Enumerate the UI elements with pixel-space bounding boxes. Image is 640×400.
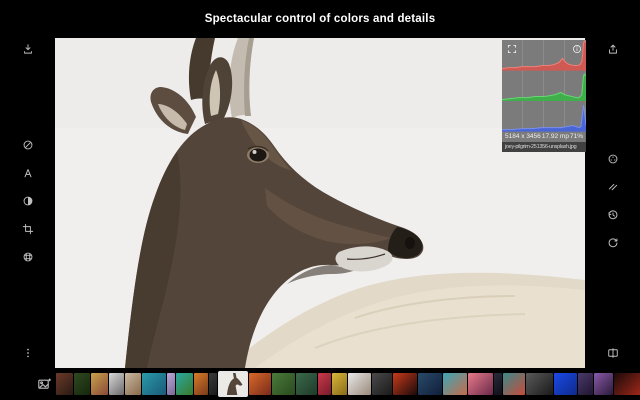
info-circle-icon[interactable] [571,43,582,54]
image-dimensions: 5184 x 3456 [505,133,541,141]
thumbnail-ocean-teal[interactable] [142,373,166,395]
adjust-wheel-icon[interactable] [604,150,622,168]
retouch-brush-icon[interactable] [19,192,37,210]
thumbnail-river-aerial[interactable] [296,373,317,395]
titlebar: Spectacular control of colors and detail… [0,0,640,38]
histogram-panel: 5184 x 3456 17.92 mp 71% joey-pilgrim-25… [502,40,586,152]
thumbnail-autumn-orange[interactable] [249,373,271,395]
image-info-row: 5184 x 3456 17.92 mp 71% [502,132,586,142]
image-megapixels: 17.92 mp [542,133,569,141]
thumbnail-building-yellow[interactable] [91,373,108,395]
thumbnail-island-aerial[interactable] [176,373,193,395]
thumbnail-dark-room[interactable] [372,373,392,395]
thumbnail-pink-sunset[interactable] [468,373,493,395]
thumbnail-autumn-yellow[interactable] [332,373,347,395]
thumbnail-deer-brown[interactable] [56,373,73,395]
thumbnail-blue-mountains[interactable] [418,373,442,395]
text-tool-icon[interactable] [19,164,37,182]
thumbnail-person-white[interactable] [109,373,124,395]
page-title: Spectacular control of colors and detail… [205,13,436,25]
thumbnail-lavender[interactable] [167,373,175,395]
photo-editor-window: Spectacular control of colors and detail… [0,0,640,400]
histogram-blue-channel [502,101,586,132]
thumbnail-red-sun[interactable] [393,373,417,395]
download-icon[interactable] [19,40,37,58]
expand-icon[interactable] [506,43,517,54]
thumbnail-food-bowl[interactable] [194,373,208,395]
thumbnail-headband-person[interactable] [503,373,525,395]
histogram-area [502,40,586,132]
right-toolbar [585,38,640,368]
zoom-level: 71% [570,133,583,141]
histogram-green-channel [502,71,586,102]
thumbnail-night-figure[interactable] [494,373,502,395]
thumbnail-purple-mountain[interactable] [578,373,593,395]
crop-icon[interactable] [19,220,37,238]
left-toolbar [0,38,55,368]
filter-circle-icon[interactable] [19,136,37,154]
compare-icon[interactable] [604,344,622,362]
thumbnail-strip [56,368,640,400]
share-icon[interactable] [604,40,622,58]
thumbnail-purple-flowers[interactable] [594,373,613,395]
thumbnail-dark-portrait[interactable] [209,373,217,395]
filmstrip [0,368,640,400]
thumbnail-dark-red-edge[interactable] [614,373,640,395]
thumbnail-teal-street[interactable] [443,373,467,395]
thumbnail-woman-room[interactable] [348,373,371,395]
reset-arrow-icon[interactable] [604,234,622,252]
thumbnail-red-coral[interactable] [318,373,331,395]
tune-slashes-icon[interactable] [604,178,622,196]
thumbnail-forest-green[interactable] [74,373,90,395]
thumbnail-sand-texture[interactable] [125,373,141,395]
overlay-mesh-icon[interactable] [19,248,37,266]
more-vertical-icon[interactable] [19,344,37,362]
image-filename: joey-pilgrim-251356-unsplash.jpg [502,142,586,152]
thumbnail-elk-selected[interactable] [218,371,248,397]
history-clock-icon[interactable] [604,206,622,224]
thumbnail-green-field[interactable] [272,373,295,395]
thumbnail-misty-peak[interactable] [526,373,553,395]
thumbnail-jellyfish[interactable] [554,373,577,395]
import-photos-icon[interactable] [34,374,54,394]
